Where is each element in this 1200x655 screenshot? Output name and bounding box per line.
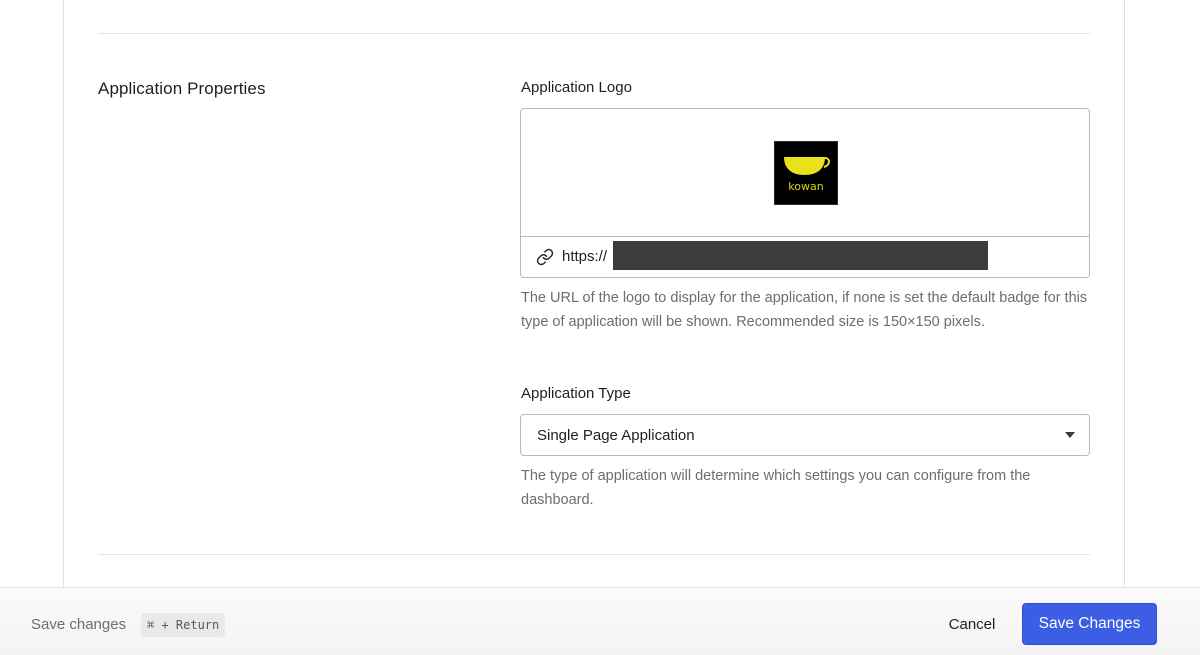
logo-wordmark: kowan — [788, 180, 823, 193]
cancel-button[interactable]: Cancel — [934, 604, 1010, 646]
application-type-value: Single Page Application — [537, 427, 695, 444]
link-icon — [536, 248, 554, 266]
application-logo-field: kowan https:// — [520, 108, 1090, 278]
card-border-left — [63, 0, 64, 588]
keyboard-shortcut-badge: ⌘ + Return — [141, 613, 226, 637]
save-footer-bar: Save changes ⌘ + Return Cancel Save Chan… — [0, 587, 1200, 655]
logo-url-redacted — [613, 241, 988, 270]
save-changes-button[interactable]: Save Changes — [1022, 603, 1157, 645]
application-settings-page: Application Properties Application Logo … — [0, 0, 1200, 655]
section-title: Application Properties — [98, 79, 266, 98]
application-logo-label: Application Logo — [521, 79, 632, 96]
section-divider-top — [98, 33, 1090, 34]
section-divider-bottom — [98, 554, 1090, 555]
application-type-label: Application Type — [521, 385, 631, 402]
application-type-help: The type of application will determine w… — [521, 468, 1031, 508]
application-logo-help: The URL of the logo to display for the a… — [521, 290, 1088, 330]
logo-preview: kowan — [521, 109, 1089, 237]
card-border-right — [1124, 0, 1125, 588]
bowl-logo-icon: kowan — [784, 157, 830, 193]
save-changes-hint: Save changes — [31, 616, 127, 633]
application-type-select[interactable]: Single Page Application — [520, 414, 1090, 456]
logo-url-prefix: https:// — [562, 248, 608, 265]
application-logo-image: kowan — [774, 141, 838, 205]
caret-down-icon — [1065, 432, 1075, 438]
logo-url-input[interactable]: https:// — [521, 237, 1089, 277]
